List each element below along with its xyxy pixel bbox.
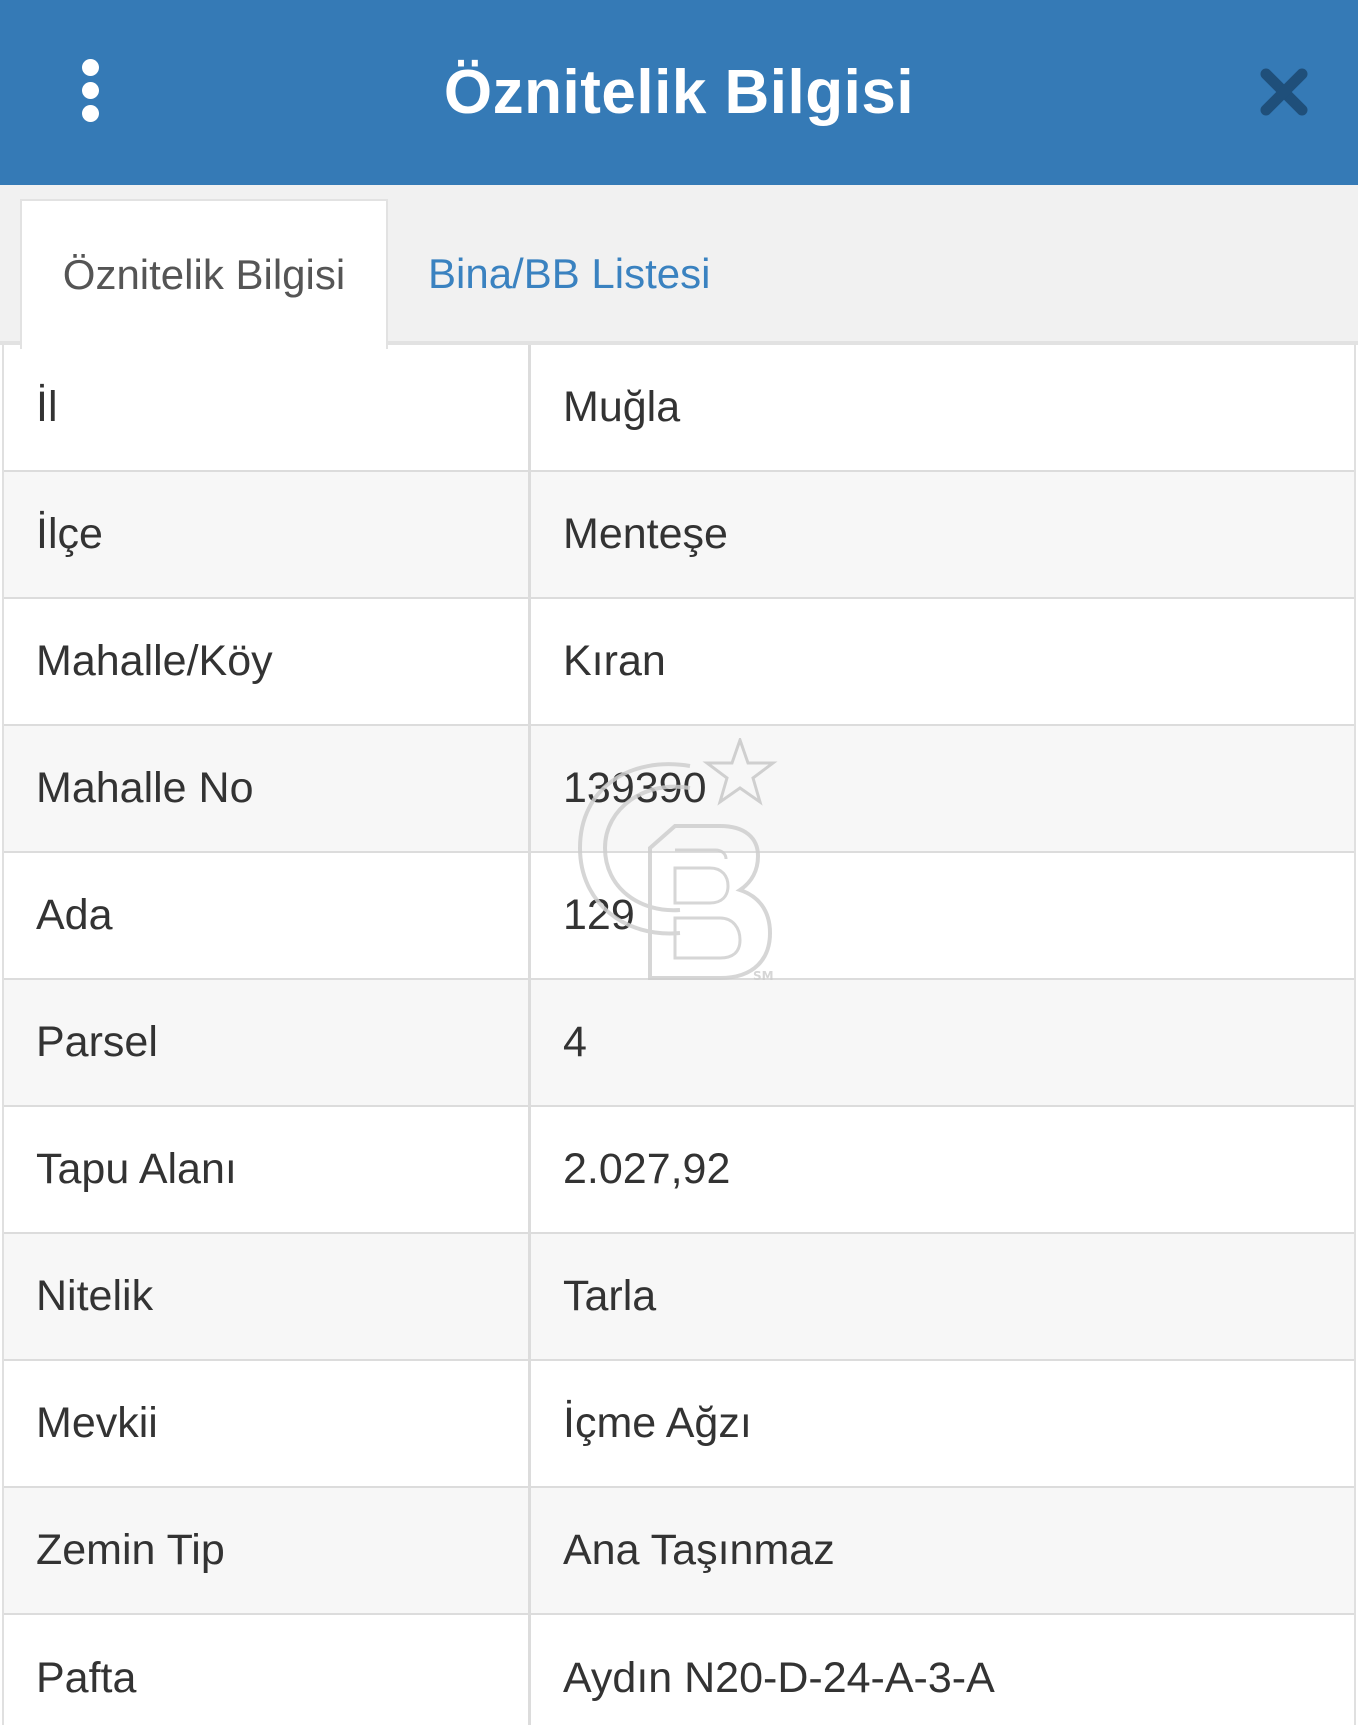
table-row: İlçe Menteşe bbox=[4, 472, 1354, 599]
page-title: Öznitelik Bilgisi bbox=[443, 58, 915, 127]
table-row: Tapu Alanı 2.027,92 bbox=[4, 1107, 1354, 1234]
row-value: Menteşe bbox=[563, 510, 728, 558]
row-label: Zemin Tip bbox=[4, 1488, 531, 1613]
row-label: İl bbox=[4, 345, 531, 470]
table-row: Pafta Aydın N20-D-24-A-3-A bbox=[4, 1615, 1354, 1725]
row-label: Mevkii bbox=[4, 1361, 531, 1486]
row-label: Mahalle/Köy bbox=[4, 599, 531, 724]
row-value: Tarla bbox=[563, 1272, 657, 1320]
row-label: Parsel bbox=[4, 980, 531, 1105]
row-value: 2.027,92 bbox=[563, 1145, 731, 1193]
row-label: Mahalle No bbox=[4, 726, 531, 851]
row-value: Muğla bbox=[563, 383, 681, 431]
row-label: Nitelik bbox=[4, 1234, 531, 1359]
row-value: Kıran bbox=[563, 637, 666, 685]
row-label: Ada bbox=[4, 853, 531, 978]
table-row: Nitelik Tarla bbox=[4, 1234, 1354, 1361]
table-row: Mahalle No 139390 bbox=[4, 726, 1354, 853]
row-value: Ana Taşınmaz bbox=[563, 1526, 835, 1574]
table-row: Mahalle/Köy Kıran bbox=[4, 599, 1354, 726]
row-label: Tapu Alanı bbox=[4, 1107, 531, 1232]
table-row: Zemin Tip Ana Taşınmaz bbox=[4, 1488, 1354, 1615]
row-label: Pafta bbox=[4, 1615, 531, 1725]
table-row: Ada 129 bbox=[4, 853, 1354, 980]
table-row: Parsel 4 bbox=[4, 980, 1354, 1107]
row-value: Aydın N20-D-24-A-3-A bbox=[563, 1654, 995, 1702]
close-icon[interactable] bbox=[1258, 66, 1310, 118]
tab-bar: Öznitelik Bilgisi Bina/BB Listesi bbox=[0, 185, 1358, 349]
row-value: 139390 bbox=[563, 764, 707, 812]
row-value: 4 bbox=[563, 1018, 587, 1066]
tab-oznitelik-bilgisi[interactable]: Öznitelik Bilgisi bbox=[20, 199, 388, 349]
row-value: 129 bbox=[563, 891, 635, 939]
attribute-table: İl Muğla İlçe Menteşe Mahalle/Köy Kıran … bbox=[2, 345, 1356, 1725]
row-value: İçme Ağzı bbox=[563, 1399, 752, 1447]
app-header: Öznitelik Bilgisi bbox=[0, 0, 1358, 185]
table-row: Mevkii İçme Ağzı bbox=[4, 1361, 1354, 1488]
table-row: İl Muğla bbox=[4, 345, 1354, 472]
tab-bina-bb-listesi[interactable]: Bina/BB Listesi bbox=[428, 199, 710, 349]
row-label: İlçe bbox=[4, 472, 531, 597]
